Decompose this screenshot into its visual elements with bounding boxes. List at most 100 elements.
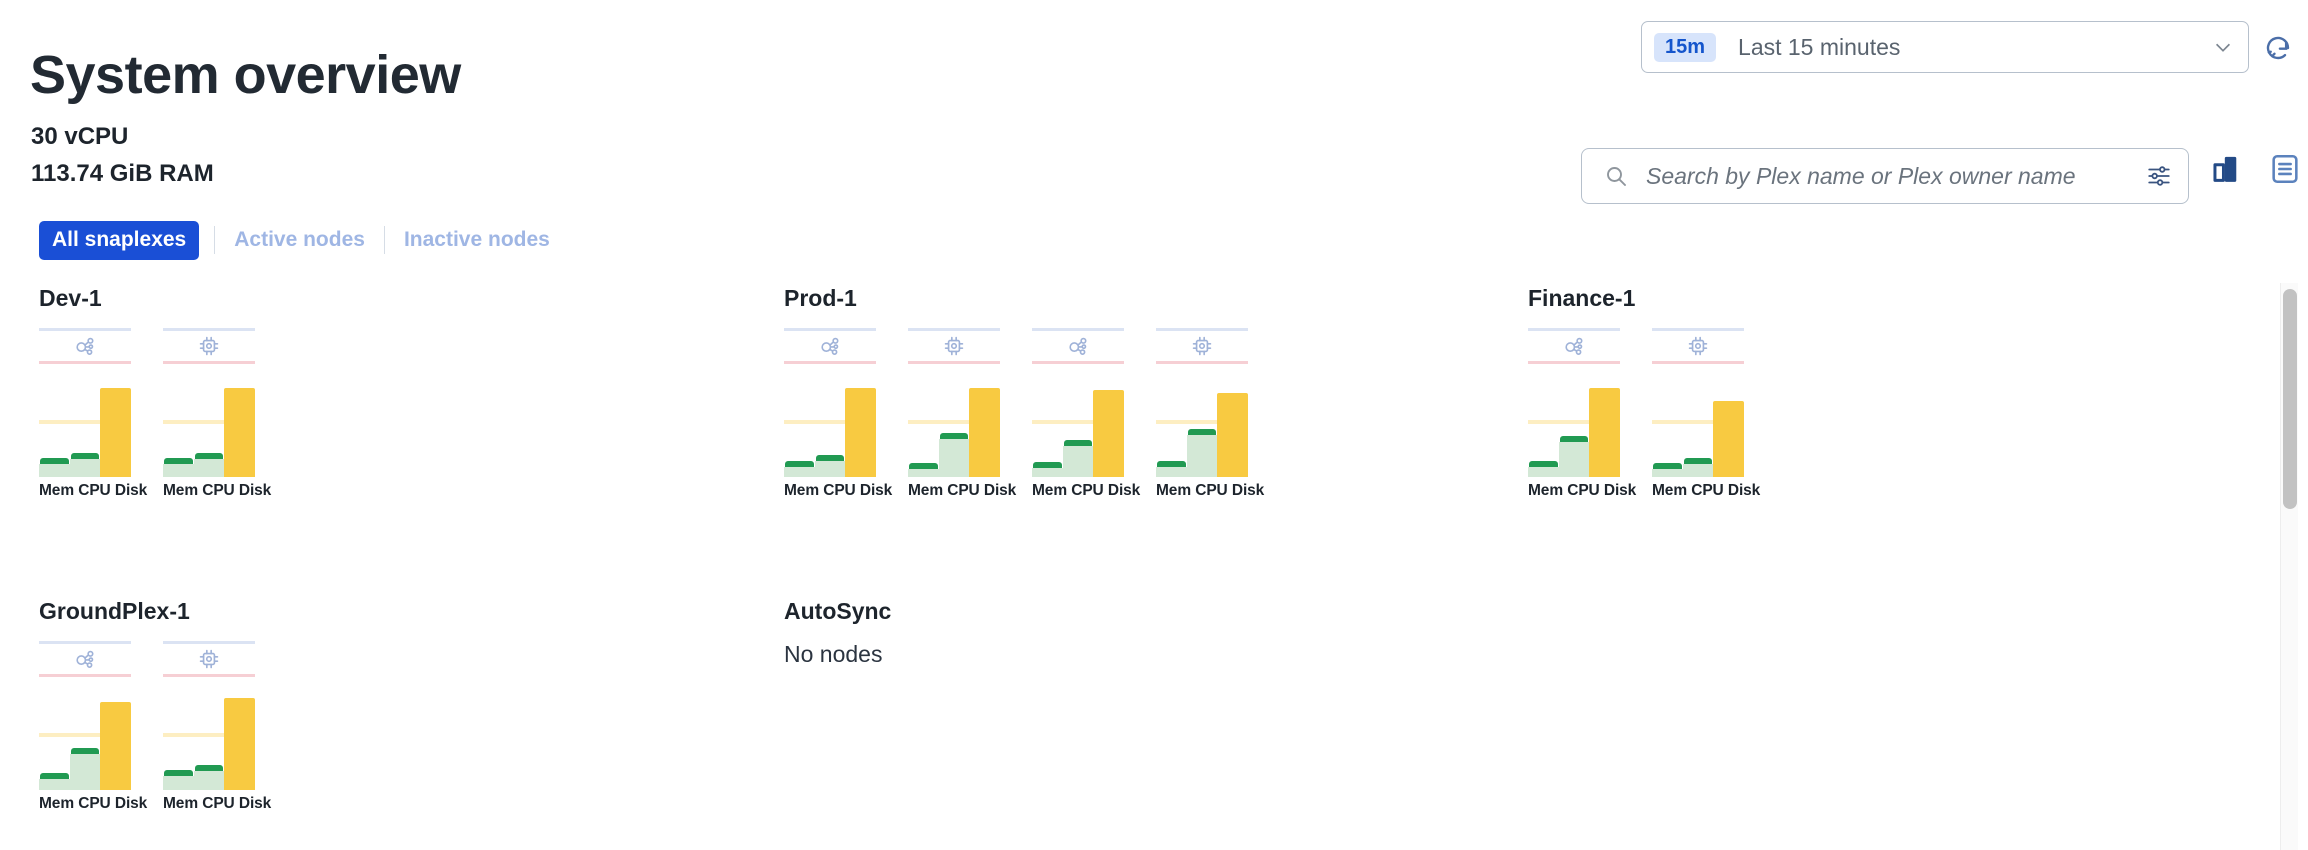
cpu-chip-icon xyxy=(1156,328,1248,364)
node-chart-legend: Mem CPU Disk xyxy=(1652,482,1761,499)
bar-cap xyxy=(1683,458,1713,465)
bar-cpu[interactable] xyxy=(69,693,101,790)
bar-mem[interactable] xyxy=(1156,380,1187,477)
refresh-button[interactable] xyxy=(2263,33,2293,63)
bar-cpu[interactable] xyxy=(1558,380,1590,477)
bar-disk[interactable] xyxy=(224,693,255,790)
bar-group xyxy=(908,380,1000,477)
node-chart-legend: Mem CPU Disk xyxy=(1032,482,1141,499)
bar-mem[interactable] xyxy=(1528,380,1559,477)
bar-cpu[interactable] xyxy=(69,380,101,477)
node-card[interactable]: Mem CPU Disk xyxy=(908,328,1016,500)
snaplex-grid: Dev-1 Mem CPU Disk Mem CPU Disk Prod-1 Mem C… xyxy=(0,285,2265,850)
node-card[interactable]: Mem CPU Disk xyxy=(163,641,272,813)
bar-fill xyxy=(969,387,1000,477)
bar-fill xyxy=(1713,401,1744,477)
bar-cap xyxy=(194,764,224,771)
bar-mem[interactable] xyxy=(1032,380,1063,477)
bar-disk[interactable] xyxy=(845,380,876,477)
snaplex-group-title[interactable]: AutoSync xyxy=(784,598,891,625)
search-box[interactable] xyxy=(1581,148,2189,204)
node-card[interactable]: Mem CPU Disk xyxy=(1156,328,1265,500)
bar-cap xyxy=(939,433,969,440)
tab-all-snaplexes[interactable]: All snaplexes xyxy=(39,220,200,260)
bar-cap xyxy=(1033,462,1062,469)
time-range-label: Last 15 minutes xyxy=(1738,33,1901,60)
node-card[interactable]: Mem CPU Disk xyxy=(1032,328,1141,500)
bar-cap xyxy=(1559,436,1589,443)
bar-cpu[interactable] xyxy=(938,380,970,477)
bar-group xyxy=(1652,380,1744,477)
snaplex-group-title[interactable]: GroundPlex-1 xyxy=(39,598,255,625)
snaplex-group-title[interactable]: Dev-1 xyxy=(39,285,255,312)
node-card[interactable]: Mem CPU Disk xyxy=(1528,328,1636,500)
node-chart-legend: Mem CPU Disk xyxy=(163,482,272,499)
bar-group xyxy=(1528,380,1620,477)
scrollbar-thumb[interactable] xyxy=(2283,289,2297,509)
bar-mem[interactable] xyxy=(39,380,70,477)
bar-cap xyxy=(1063,439,1093,446)
bar-disk[interactable] xyxy=(224,380,255,477)
time-range-selector[interactable]: 15m Last 15 minutes xyxy=(1641,21,2249,73)
tab-active-nodes[interactable]: Active nodes xyxy=(230,221,369,259)
node-chart-legend: Mem CPU Disk xyxy=(1156,482,1265,499)
bar-fill xyxy=(1093,389,1124,477)
vcpu-count: 30 vCPU xyxy=(31,123,129,150)
bar-cap xyxy=(40,458,69,465)
bar-disk[interactable] xyxy=(1589,380,1620,477)
node-chart-legend: Mem CPU Disk xyxy=(39,795,148,812)
node-card[interactable]: Mem CPU Disk xyxy=(1652,328,1761,500)
node-card[interactable]: Mem CPU Disk xyxy=(39,328,147,500)
system-overview-page: System overview 30 vCPU 113.74 GiB RAM 1… xyxy=(0,0,2308,850)
bar-cpu[interactable] xyxy=(814,380,846,477)
bar-cpu[interactable] xyxy=(193,693,225,790)
bar-mem[interactable] xyxy=(1652,380,1683,477)
bar-fill xyxy=(1156,467,1187,477)
bar-disk[interactable] xyxy=(100,693,131,790)
bar-group xyxy=(1156,380,1248,477)
snaplex-group-title[interactable]: Finance-1 xyxy=(1528,285,1744,312)
search-input[interactable] xyxy=(1644,161,2146,191)
bar-mem[interactable] xyxy=(908,380,939,477)
node-chart-legend: Mem CPU Disk xyxy=(163,795,272,812)
bar-mem[interactable] xyxy=(39,693,70,790)
cpu-chip-icon xyxy=(163,641,255,677)
bar-cpu[interactable] xyxy=(193,380,225,477)
bar-fill xyxy=(39,464,70,477)
list-view-toggle[interactable] xyxy=(2268,152,2302,198)
tab-inactive-nodes[interactable]: Inactive nodes xyxy=(400,221,554,259)
node-list: Mem CPU Disk Mem CPU Disk Mem CPU Disk Mem … xyxy=(784,328,1265,500)
bar-fill xyxy=(1186,435,1218,477)
node-card[interactable]: Mem CPU Disk xyxy=(163,328,272,500)
bar-fill xyxy=(1062,445,1094,477)
node-card[interactable]: Mem CPU Disk xyxy=(784,328,892,500)
snaplex-group-title[interactable]: Prod-1 xyxy=(784,285,1248,312)
bar-mem[interactable] xyxy=(784,380,815,477)
bar-disk[interactable] xyxy=(969,380,1000,477)
node-cluster-icon xyxy=(39,641,131,677)
bar-cap xyxy=(70,452,100,459)
snaplex-group: Dev-1 Mem CPU Disk Mem CPU Disk xyxy=(39,285,272,500)
vertical-scrollbar[interactable] xyxy=(2280,283,2298,850)
bar-cpu[interactable] xyxy=(1062,380,1094,477)
bar-disk[interactable] xyxy=(1093,380,1124,477)
bar-disk[interactable] xyxy=(1713,380,1744,477)
bar-group xyxy=(39,380,131,477)
filter-sliders-icon[interactable] xyxy=(2146,163,2172,189)
bar-cpu[interactable] xyxy=(1682,380,1714,477)
bar-disk[interactable] xyxy=(100,380,131,477)
cpu-chip-icon xyxy=(1652,328,1744,364)
bar-disk[interactable] xyxy=(1217,380,1248,477)
node-utilization-chart xyxy=(1032,380,1124,477)
bar-cap xyxy=(164,770,193,777)
bar-group xyxy=(163,693,255,790)
node-list: Mem CPU Disk Mem CPU Disk xyxy=(39,328,272,500)
bar-mem[interactable] xyxy=(163,380,194,477)
bar-chart-view-toggle[interactable] xyxy=(2210,152,2244,198)
bar-cpu[interactable] xyxy=(1186,380,1218,477)
bar-mem[interactable] xyxy=(163,693,194,790)
bar-group xyxy=(784,380,876,477)
node-card[interactable]: Mem CPU Disk xyxy=(39,641,148,813)
bar-fill xyxy=(1589,387,1620,477)
bar-fill xyxy=(224,387,255,477)
